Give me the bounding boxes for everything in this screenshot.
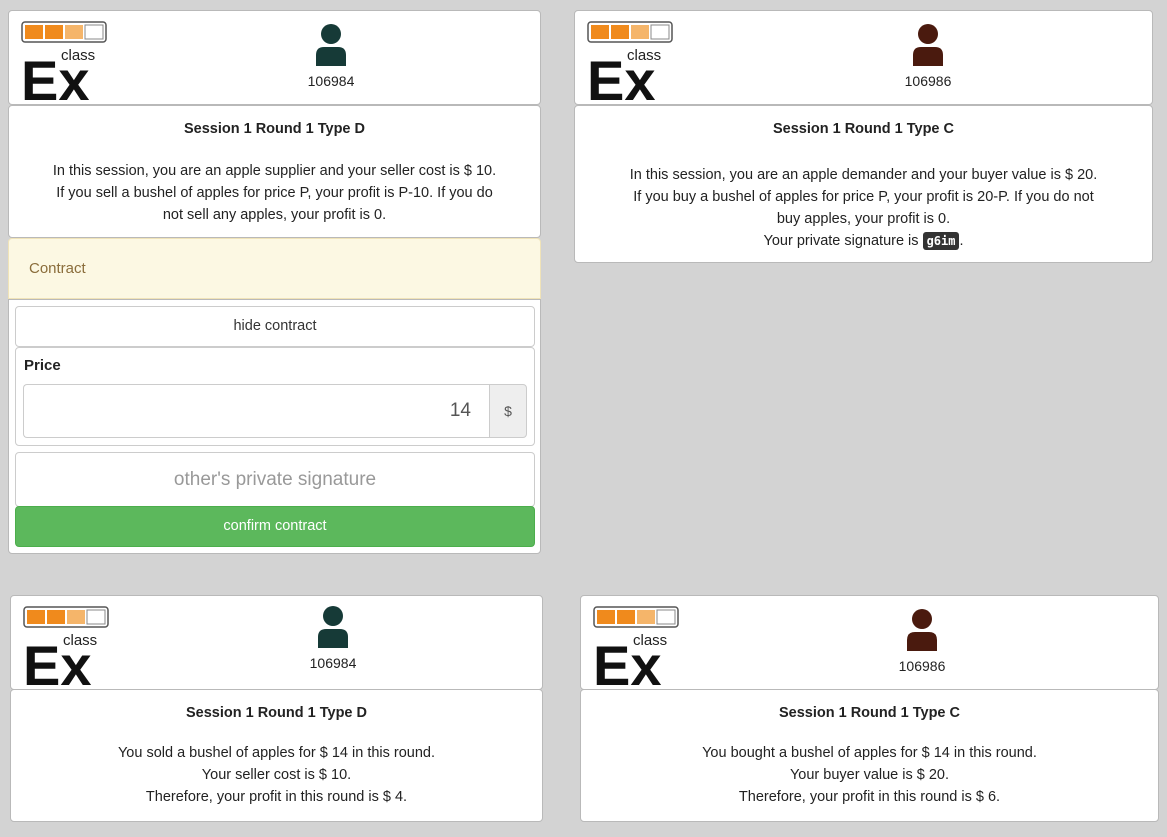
user-info: 106986 (862, 606, 982, 674)
player-header-bottom-left: class Ex 106984 (10, 595, 543, 690)
currency-addon: $ (489, 384, 527, 438)
classex-logo: class Ex (23, 606, 109, 685)
classex-logo: class Ex (593, 606, 679, 685)
price-label: Price (24, 357, 61, 374)
result-line: Therefore, your profit in this round is … (738, 789, 1001, 805)
result-line: Your buyer value is $ 20. (789, 767, 950, 783)
session-title: Session 1 Round 1 Type D (183, 121, 366, 137)
user-icon (907, 609, 937, 651)
user-id: 106986 (898, 658, 946, 674)
classex-logo: class Ex (21, 21, 107, 100)
session-title: Session 1 Round 1 Type C (778, 705, 961, 721)
result-line: You bought a bushel of apples for $ 14 i… (702, 745, 1037, 761)
contract-form: hide contract Price 14 $ other's private… (8, 299, 541, 554)
session-title: Session 1 Round 1 Type C (772, 121, 955, 137)
user-id: 106984 (309, 655, 357, 671)
user-icon (913, 24, 943, 66)
price-input[interactable]: 14 (23, 384, 489, 438)
svg-text:Ex: Ex (587, 49, 656, 100)
classex-logo: class Ex (587, 21, 673, 100)
svg-text:Ex: Ex (21, 49, 90, 100)
session-info-bottom-left: Session 1 Round 1 Type D You sold a bush… (10, 689, 543, 822)
user-icon (318, 606, 348, 648)
info-line: In this session, you are an apple suppli… (52, 163, 497, 179)
user-info: 106984 (271, 21, 391, 89)
user-info: 106984 (273, 603, 393, 671)
user-id: 106984 (307, 73, 355, 89)
result-line: You sold a bushel of apples for $ 14 in … (117, 745, 436, 761)
player-header-top-right: class Ex 106986 (574, 10, 1153, 105)
user-icon (316, 24, 346, 66)
contract-panel-heading: Contract (8, 238, 541, 299)
player-header-bottom-right: class Ex 106986 (580, 595, 1159, 690)
signature-input[interactable]: other's private signature (15, 452, 535, 507)
hide-contract-button[interactable]: hide contract (15, 306, 535, 347)
result-line: Therefore, your profit in this round is … (145, 789, 408, 805)
user-info: 106986 (868, 21, 988, 89)
session-title: Session 1 Round 1 Type D (185, 705, 368, 721)
info-line: If you sell a bushel of apples for price… (56, 185, 493, 201)
info-line: not sell any apples, your profit is 0. (162, 207, 387, 223)
info-line: If you buy a bushel of apples for price … (633, 189, 1094, 205)
price-group: Price 14 $ (15, 347, 535, 446)
result-line: Your seller cost is $ 10. (201, 767, 352, 783)
private-signature-badge: g6im (922, 232, 960, 250)
user-id: 106986 (904, 73, 952, 89)
session-info-top-left: Session 1 Round 1 Type D In this session… (8, 105, 541, 238)
contract-heading: Contract (29, 260, 86, 277)
svg-text:Ex: Ex (23, 634, 92, 685)
session-info-top-right: Session 1 Round 1 Type C In this session… (574, 105, 1153, 263)
info-line: buy apples, your profit is 0. (776, 211, 951, 227)
signature-line: Your private signature is g6im. (763, 232, 964, 250)
info-line: In this session, you are an apple demand… (629, 167, 1098, 183)
svg-text:Ex: Ex (593, 634, 662, 685)
confirm-contract-button[interactable]: confirm contract (15, 506, 535, 547)
session-info-bottom-right: Session 1 Round 1 Type C You bought a bu… (580, 689, 1159, 822)
player-header-top-left: class Ex 106984 (8, 10, 541, 105)
